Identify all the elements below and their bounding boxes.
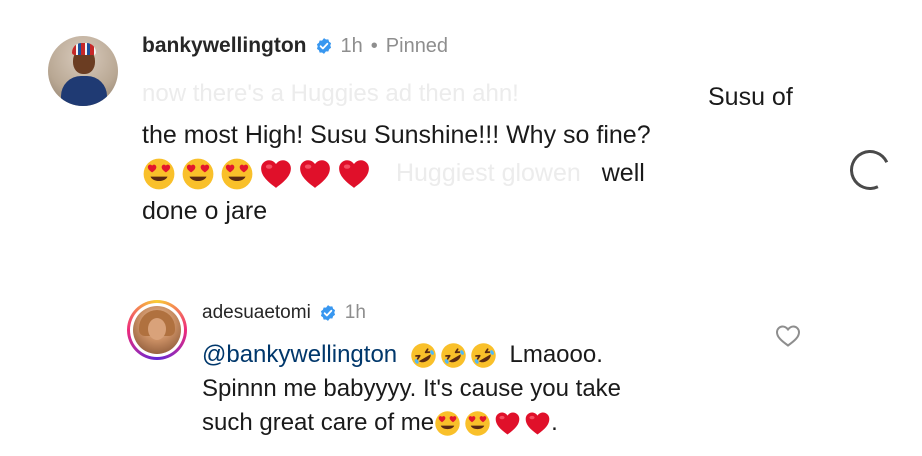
pinned-label: Pinned xyxy=(385,34,449,57)
heart-eyes-emoji-icon xyxy=(181,157,215,191)
red-heart-emoji-icon xyxy=(298,157,332,191)
comment-line-1: Susu of xyxy=(142,78,832,116)
verified-badge-icon xyxy=(319,304,337,322)
reply-line-3-end: . xyxy=(551,409,558,436)
faded-inline-text: Huggiest glowen xyxy=(395,159,581,187)
red-heart-emoji-icon xyxy=(524,410,551,437)
reply-line-2: Spinnn me babyyyy. It's cause you take xyxy=(202,375,622,402)
reply-line-1: @bankywellington Lmaooo. xyxy=(202,338,621,372)
story-ring[interactable] xyxy=(127,300,187,360)
reply-emoji-row-1 xyxy=(410,342,497,369)
reply-line-3-text: such great care of me xyxy=(202,409,435,436)
avatar-border xyxy=(130,303,184,357)
partial-circle-icon xyxy=(844,144,896,196)
heart-eyes-emoji-icon xyxy=(434,410,461,437)
reply-text: @bankywellington Lmaooo. Spinnn me babyy… xyxy=(202,338,621,440)
rolling-laughing-emoji-icon xyxy=(440,342,467,369)
reply-header: adesuaetomi 1h xyxy=(202,302,366,324)
comment-line-3-tail: well xyxy=(601,159,645,187)
reply-time: 1h xyxy=(344,302,366,323)
heart-eyes-emoji-icon xyxy=(142,157,176,191)
comment-line-2: the most High! Susu Sunshine!!! Why so f… xyxy=(142,121,651,149)
heart-eyes-emoji-icon xyxy=(220,157,254,191)
red-heart-emoji-icon xyxy=(494,410,521,437)
comment-time: 1h xyxy=(340,34,363,57)
comment-text: Susu of the most High! Susu Sunshine!!! … xyxy=(142,78,832,230)
red-heart-emoji-icon xyxy=(337,157,371,191)
avatar xyxy=(133,306,181,354)
avatar-face xyxy=(148,318,166,340)
comment-line-3: Huggiest glowen well xyxy=(142,154,832,192)
separator-dot: • xyxy=(370,34,378,57)
comment-thread: bankywellington 1h • Pinned now there's … xyxy=(0,0,922,456)
reply-comment: adesuaetomi 1h @bankywellington Lmaooo. … xyxy=(0,290,922,456)
comment-emoji-row xyxy=(142,157,371,191)
comment-line-1-tail: Susu of xyxy=(708,83,793,111)
rolling-laughing-emoji-icon xyxy=(470,342,497,369)
comment-header: bankywellington 1h • Pinned xyxy=(142,34,448,58)
comment-line-4: done o jare xyxy=(142,197,268,225)
avatar-body xyxy=(61,76,107,106)
like-heart-icon[interactable] xyxy=(775,324,801,348)
pinned-comment: bankywellington 1h • Pinned now there's … xyxy=(0,0,922,250)
reply-username[interactable]: adesuaetomi xyxy=(202,302,311,324)
heart-eyes-emoji-icon xyxy=(464,410,491,437)
reply-emoji-row-3 xyxy=(434,410,551,437)
red-heart-emoji-icon xyxy=(259,157,293,191)
avatar-cap xyxy=(72,43,96,55)
mention-link[interactable]: @bankywellington xyxy=(202,341,397,368)
reply-line-1-tail: Lmaooo. xyxy=(509,341,603,368)
username[interactable]: bankywellington xyxy=(142,34,307,58)
reply-line-3: such great care of me. xyxy=(202,406,621,440)
rolling-laughing-emoji-icon xyxy=(410,342,437,369)
avatar[interactable] xyxy=(48,36,118,106)
verified-badge-icon xyxy=(315,37,333,55)
